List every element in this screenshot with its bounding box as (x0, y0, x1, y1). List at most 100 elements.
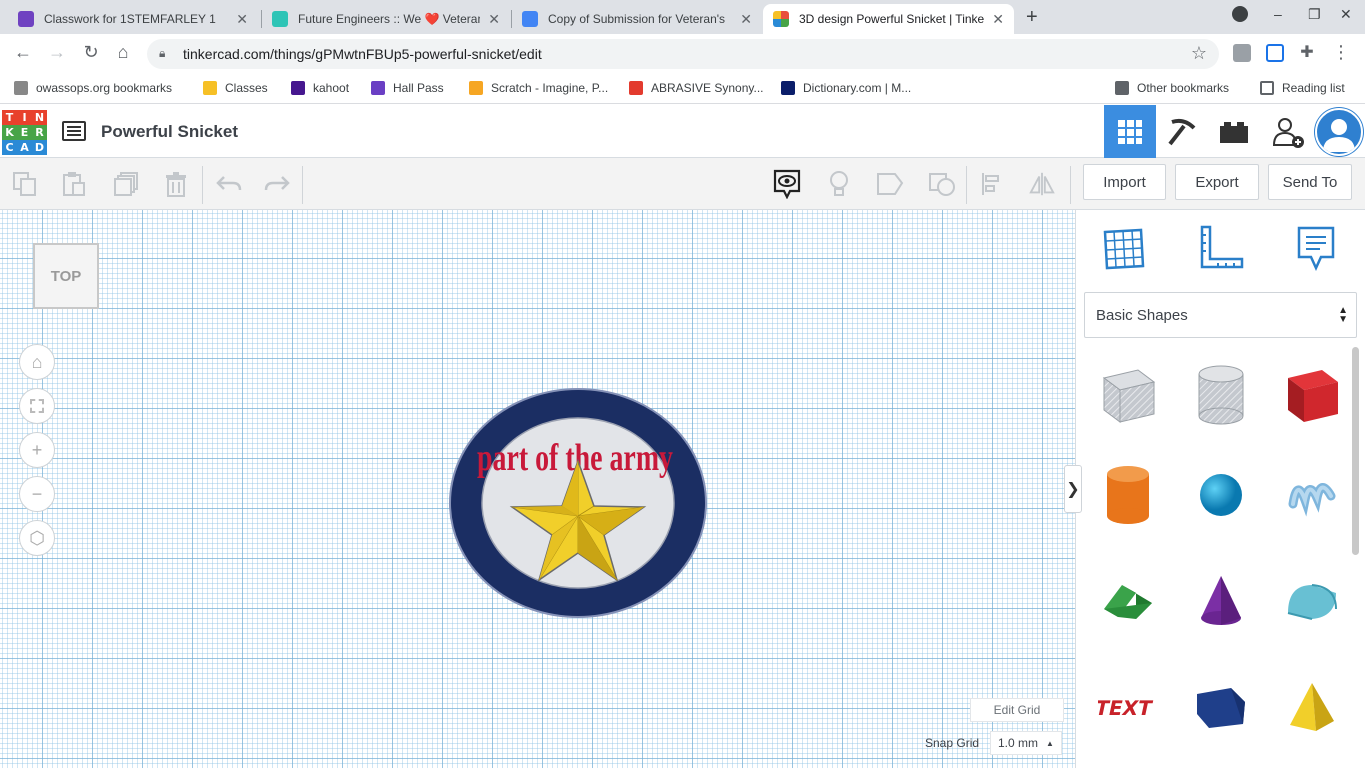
minimize-button[interactable]: – (1274, 6, 1282, 22)
bookmark-label: Dictionary.com | M... (803, 81, 912, 95)
minecraft-view-button[interactable] (1156, 105, 1208, 158)
extensions-puzzle-icon[interactable]: ✚ (1295, 42, 1319, 62)
workplane-grid-icon (1103, 228, 1145, 270)
shape-box-hole[interactable] (1097, 364, 1159, 426)
tab-search-icon[interactable] (1232, 6, 1248, 22)
close-tab-icon[interactable]: ✕ (992, 11, 1004, 28)
browser-menu-icon[interactable]: ⋮ (1329, 42, 1353, 63)
extension-icon[interactable] (1233, 44, 1251, 62)
3d-view-grid-button[interactable] (1104, 105, 1156, 158)
brick-icon (1220, 121, 1248, 143)
user-avatar[interactable] (1315, 108, 1363, 156)
reading-list[interactable]: Reading list (1260, 81, 1345, 95)
shape-round-roof[interactable] (1281, 570, 1343, 632)
lock-icon[interactable]: 🔒︎ (159, 46, 165, 61)
group-shape-icon[interactable] (876, 170, 904, 198)
shape-library-select[interactable]: Basic Shapes ▲ ▼ (1084, 292, 1357, 338)
bookmark-folder[interactable]: owassops.org bookmarks (14, 81, 172, 95)
folder-icon (14, 81, 28, 95)
shape-cylinder-hole[interactable] (1190, 364, 1252, 426)
bookmark-item[interactable]: Hall Pass (371, 81, 444, 95)
logo-letter: T (2, 110, 17, 125)
send-to-button[interactable]: Send To (1268, 164, 1352, 200)
shape-cone[interactable] (1190, 570, 1252, 632)
bookmark-star-icon[interactable]: ☆ (1191, 43, 1207, 64)
collapse-panel-button[interactable]: ❯ (1064, 465, 1082, 513)
new-tab-button[interactable]: + (1026, 6, 1038, 29)
browser-tab-active[interactable]: 3D design Powerful Snicket | Tinkercad ✕ (763, 4, 1014, 34)
shape-roof[interactable] (1097, 570, 1159, 632)
notes-tool-button[interactable] (1293, 224, 1339, 272)
align-icon[interactable] (979, 170, 1007, 198)
bookmarks-bar: owassops.org bookmarks Classes kahoot Ha… (0, 74, 1365, 104)
back-arrow-icon[interactable]: ← (11, 42, 35, 63)
bookmark-item[interactable]: Classes (203, 81, 268, 95)
shape-pyramid[interactable] (1281, 676, 1343, 738)
grid-icon (1118, 119, 1142, 144)
forward-arrow-icon[interactable]: → (45, 42, 69, 63)
shape-sphere[interactable] (1190, 464, 1252, 526)
address-bar[interactable]: 🔒︎ tinkercad.com/things/gPMwtnFBUp5-powe… (147, 39, 1219, 69)
cone-icon (1201, 576, 1241, 625)
close-tab-icon[interactable]: ✕ (236, 11, 248, 28)
delete-trash-icon[interactable] (162, 170, 190, 198)
bookmark-item[interactable]: Scratch - Imagine, P... (469, 81, 608, 95)
home-view-button[interactable]: ⌂ (19, 344, 55, 380)
undo-icon[interactable] (215, 170, 243, 198)
snap-grid-select[interactable]: 1.0 mm ▲ (990, 731, 1062, 755)
export-button[interactable]: Export (1175, 164, 1259, 200)
ruler-tool-button[interactable] (1198, 224, 1244, 272)
pyramid-icon (1290, 683, 1334, 731)
shape-polygon[interactable] (1190, 676, 1252, 738)
shape-cylinder[interactable] (1097, 464, 1159, 526)
browser-tab[interactable]: Copy of Submission for Veteran's ✕ (512, 4, 762, 34)
duplicate-icon[interactable] (112, 170, 140, 198)
workplane[interactable]: TOP ⌂ + − ⬡ part of the army Edit Grid S… (0, 210, 1075, 768)
design-list-icon[interactable] (62, 121, 86, 141)
edit-grid-button[interactable]: Edit Grid (970, 698, 1064, 722)
paste-icon[interactable] (60, 170, 88, 198)
maximize-button[interactable]: ❐ (1308, 6, 1321, 23)
svg-text:TEXT: TEXT (1098, 696, 1154, 720)
notes-visibility-icon[interactable] (773, 169, 801, 199)
bookmark-label: Scratch - Imagine, P... (491, 81, 609, 95)
ungroup-shape-icon[interactable] (928, 170, 956, 198)
perspective-button[interactable]: ⬡ (19, 520, 55, 556)
reading-list-icon (1260, 81, 1274, 95)
shape-scribble[interactable] (1281, 464, 1343, 526)
bookmark-item[interactable]: ABRASIVE Synony... (629, 81, 764, 95)
zoom-out-button[interactable]: − (19, 476, 55, 512)
fit-view-button[interactable] (19, 388, 55, 424)
ruler-icon (1200, 225, 1244, 269)
shape-box[interactable] (1281, 364, 1343, 426)
mirror-icon[interactable] (1028, 170, 1056, 198)
badge-model[interactable]: part of the army (447, 385, 709, 620)
tinkercad-logo[interactable]: T I N K E R C A D (2, 110, 47, 155)
lightbulb-icon[interactable] (825, 170, 853, 198)
other-bookmarks[interactable]: Other bookmarks (1115, 81, 1229, 95)
url-text: tinkercad.com/things/gPMwtnFBUp5-powerfu… (183, 46, 542, 62)
close-window-button[interactable]: ✕ (1340, 6, 1352, 23)
browser-toolbar: ← → ↻ ⌂ 🔒︎ tinkercad.com/things/gPMwtnFB… (0, 34, 1365, 74)
reload-icon[interactable]: ↻ (79, 42, 103, 63)
close-tab-icon[interactable]: ✕ (488, 11, 500, 28)
bookmark-item[interactable]: Dictionary.com | M... (781, 81, 911, 95)
browser-tab[interactable]: Classwork for 1STEMFARLEY 1 ✕ (8, 4, 258, 34)
extension-upload-icon[interactable] (1266, 44, 1284, 62)
snap-grid-value: 1.0 mm (998, 736, 1039, 750)
workplane-tool-button[interactable] (1100, 224, 1146, 272)
bricks-view-button[interactable] (1208, 105, 1260, 158)
browser-tab[interactable]: Future Engineers :: We ❤️ Veterans ✕ (262, 4, 510, 34)
bookmark-item[interactable]: kahoot (291, 81, 349, 95)
close-tab-icon[interactable]: ✕ (740, 11, 752, 28)
home-icon[interactable]: ⌂ (111, 42, 135, 63)
redo-icon[interactable] (263, 170, 291, 198)
zoom-in-button[interactable]: + (19, 432, 55, 468)
shapes-scrollbar[interactable] (1352, 347, 1359, 555)
shape-text[interactable]: TEXT (1097, 676, 1159, 738)
import-button[interactable]: Import (1083, 164, 1166, 200)
view-cube[interactable]: TOP (33, 243, 99, 309)
design-title[interactable]: Powerful Snicket (101, 122, 238, 142)
invite-user-button[interactable] (1262, 105, 1314, 158)
copy-icon[interactable] (11, 170, 39, 198)
